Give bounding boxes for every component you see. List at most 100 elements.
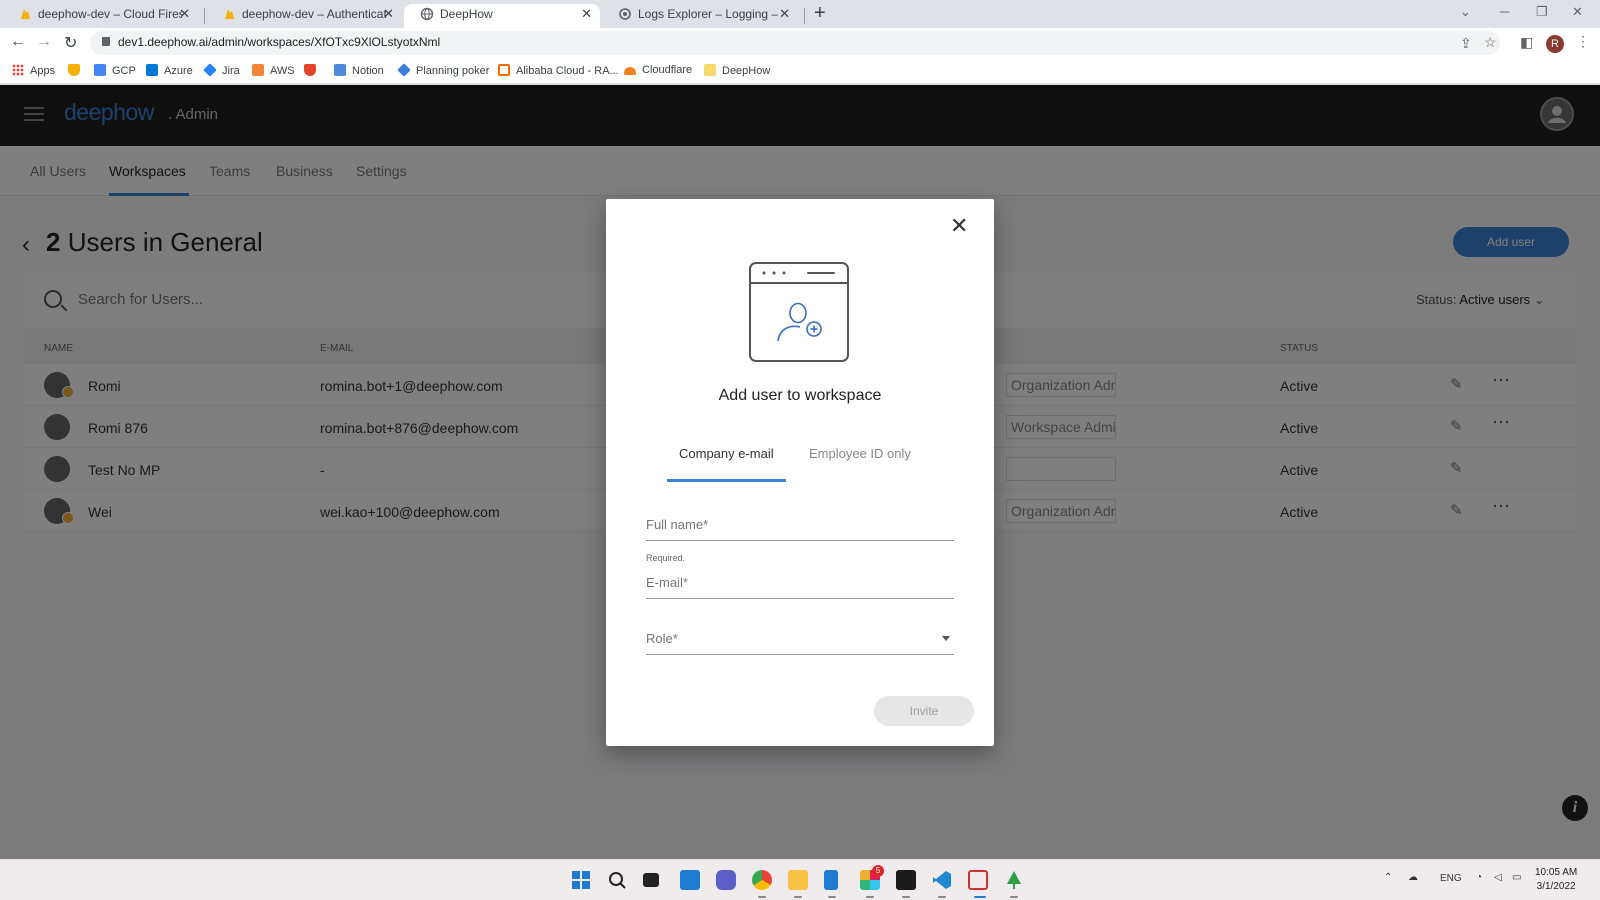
lock-icon bbox=[102, 37, 110, 46]
share-icon[interactable]: ⇪ bbox=[1460, 35, 1472, 52]
volume-icon[interactable]: ◁ bbox=[1494, 872, 1502, 883]
role-select[interactable] bbox=[646, 623, 954, 653]
notepad-icon[interactable] bbox=[824, 870, 838, 890]
apps-grid-icon bbox=[12, 64, 24, 76]
active-indicator bbox=[974, 896, 986, 898]
dialog-title: Add user to workspace bbox=[718, 387, 882, 404]
tab-search-icon[interactable]: ⌄ bbox=[1460, 4, 1471, 20]
bookmark-aws[interactable]: AWS bbox=[252, 64, 295, 77]
tab-employee-id[interactable]: Employee ID only bbox=[809, 446, 911, 461]
sourcetree-icon[interactable] bbox=[1004, 870, 1024, 890]
gcp-logging-icon bbox=[618, 7, 632, 21]
monitor-icon bbox=[334, 64, 346, 76]
windows-start-icon[interactable] bbox=[571, 870, 591, 890]
tab-company-email[interactable]: Company e-mail bbox=[679, 446, 774, 461]
bookmark-gitlab[interactable] bbox=[304, 64, 322, 77]
bookmarks-bar: Apps GCP Azure Jira AWS Notion Planning … bbox=[0, 58, 1600, 84]
bookmark-label: Planning poker bbox=[416, 65, 490, 77]
vscode-icon[interactable] bbox=[932, 870, 952, 890]
bookmark-azure[interactable]: Azure bbox=[146, 64, 193, 77]
close-tab-icon[interactable]: ✕ bbox=[779, 4, 790, 24]
azure-icon bbox=[146, 64, 158, 76]
forward-arrow-icon[interactable]: → bbox=[36, 33, 52, 51]
running-indicator bbox=[938, 896, 946, 898]
close-tab-icon[interactable]: ✕ bbox=[383, 4, 394, 24]
tab-separator bbox=[204, 8, 205, 24]
clock[interactable]: 10:05 AM 3/1/2022 bbox=[1535, 866, 1577, 894]
active-tab-indicator bbox=[667, 479, 786, 482]
battery-icon[interactable]: ▭ bbox=[1512, 872, 1521, 883]
restore-icon[interactable]: ❐ bbox=[1536, 4, 1548, 20]
chrome-icon[interactable] bbox=[752, 870, 772, 890]
add-user-illustration-icon bbox=[749, 262, 849, 362]
gitlab-icon bbox=[304, 64, 316, 76]
bookmark-label: Jira bbox=[222, 65, 240, 77]
aws-icon bbox=[252, 64, 264, 76]
bookmark-label: Apps bbox=[30, 65, 56, 77]
bookmark-cloudflare[interactable]: Cloudflare bbox=[624, 64, 692, 76]
tab-title: Logs Explorer – Logging – deeph bbox=[638, 7, 782, 21]
firebase-icon bbox=[18, 7, 32, 21]
back-arrow-icon[interactable]: ← bbox=[10, 33, 26, 51]
bookmark-label: Notion bbox=[352, 65, 384, 77]
bookmark-label: Cloudflare bbox=[642, 64, 693, 76]
tab-title: deephow-dev – Cloud Firestore – bbox=[38, 7, 182, 21]
language-indicator[interactable]: ENG bbox=[1440, 873, 1462, 884]
running-indicator bbox=[902, 896, 910, 898]
new-tab-icon[interactable]: + bbox=[814, 2, 826, 25]
bookmark-label: AWS bbox=[270, 65, 295, 77]
widgets-icon[interactable] bbox=[680, 870, 700, 890]
slack-icon[interactable]: 5 bbox=[860, 865, 884, 890]
minimize-icon[interactable]: ─ bbox=[1500, 4, 1509, 19]
fullname-field bbox=[646, 509, 954, 541]
home-icon bbox=[94, 64, 106, 76]
task-view-icon[interactable] bbox=[643, 873, 659, 887]
running-indicator bbox=[758, 896, 766, 898]
browser-tab-firestore[interactable]: deephow-dev – Cloud Firestore – ✕ bbox=[2, 4, 198, 28]
close-tab-icon[interactable]: ✕ bbox=[179, 4, 190, 24]
bookmark-firebase[interactable] bbox=[68, 64, 86, 77]
bookmark-planning-poker[interactable]: Planning poker bbox=[397, 63, 490, 77]
side-panel-icon[interactable]: ◧ bbox=[1520, 34, 1533, 51]
browser-tab-authentication[interactable]: deephow-dev – Authentication – ✕ bbox=[206, 4, 402, 28]
reload-icon[interactable]: ↻ bbox=[64, 33, 77, 53]
role-field[interactable] bbox=[646, 623, 954, 655]
bookmark-label: Alibaba Cloud - RA... bbox=[516, 65, 619, 77]
wifi-icon[interactable]: ◔ bbox=[1476, 872, 1482, 883]
app-viewport: deephow . Admin All Users Workspaces Tea… bbox=[0, 85, 1600, 859]
folder-icon bbox=[704, 64, 716, 76]
browser-tab-logs-explorer[interactable]: Logs Explorer – Logging – deeph ✕ bbox=[602, 4, 798, 28]
close-icon[interactable]: ✕ bbox=[950, 213, 968, 239]
chevron-up-icon[interactable]: ⌃ bbox=[1384, 872, 1392, 883]
cloudflare-icon bbox=[624, 67, 636, 75]
browser-tab-deephow[interactable]: DeepHow ✕ bbox=[404, 4, 600, 28]
teams-chat-icon[interactable] bbox=[716, 870, 736, 890]
running-indicator bbox=[828, 896, 836, 898]
bookmark-jira[interactable]: Jira bbox=[203, 63, 240, 77]
bookmark-star-icon[interactable]: ☆ bbox=[1484, 34, 1497, 51]
search-icon[interactable] bbox=[607, 870, 627, 890]
browser-toolbar: ← → ↻ dev1.deephow.ai/admin/workspaces/X… bbox=[0, 28, 1600, 58]
browser-menu-icon[interactable]: ⋮ bbox=[1576, 33, 1590, 50]
bookmark-gcp[interactable]: GCP bbox=[94, 64, 136, 77]
onedrive-cloud-icon[interactable]: ☁ bbox=[1408, 872, 1418, 883]
fullname-hint: Required. bbox=[646, 553, 686, 563]
url-text[interactable]: dev1.deephow.ai/admin/workspaces/XfOTxc9… bbox=[118, 35, 440, 49]
bookmark-deephow-folder[interactable]: DeepHow bbox=[704, 64, 770, 77]
add-user-dialog: ✕ Add user to workspace Company e-mail E… bbox=[606, 199, 994, 746]
profile-avatar[interactable]: R bbox=[1546, 35, 1564, 53]
bookmark-alibaba[interactable]: Alibaba Cloud - RA... bbox=[498, 64, 619, 77]
fullname-input[interactable] bbox=[646, 509, 954, 539]
file-explorer-icon[interactable] bbox=[788, 870, 808, 890]
firebase-icon bbox=[222, 7, 236, 21]
close-tab-icon[interactable]: ✕ bbox=[581, 4, 592, 24]
terminal-icon[interactable] bbox=[896, 870, 916, 890]
bookmark-apps[interactable]: Apps bbox=[12, 64, 55, 77]
email-input[interactable] bbox=[646, 567, 954, 597]
running-indicator bbox=[794, 896, 802, 898]
bookmark-notion[interactable]: Notion bbox=[334, 64, 384, 77]
snipping-tool-icon[interactable] bbox=[968, 870, 988, 890]
invite-button[interactable]: Invite bbox=[874, 696, 974, 726]
close-window-icon[interactable]: ✕ bbox=[1572, 4, 1583, 20]
address-bar[interactable]: dev1.deephow.ai/admin/workspaces/XfOTxc9… bbox=[90, 31, 1500, 55]
